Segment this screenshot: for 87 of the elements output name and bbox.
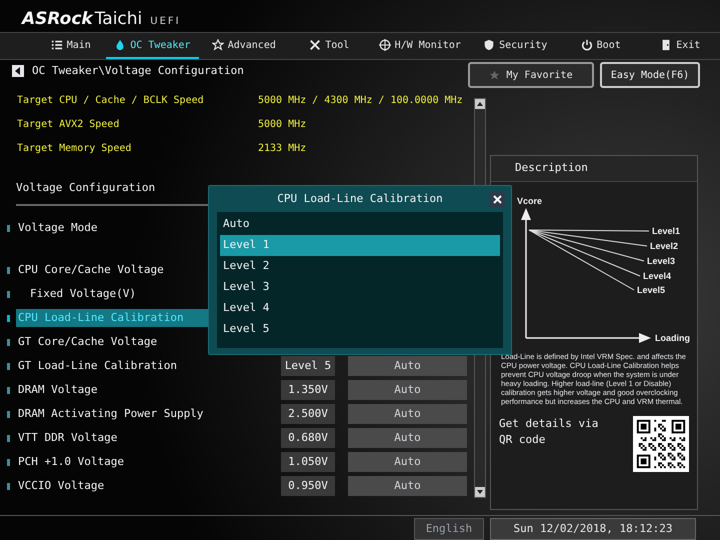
bullet-icon xyxy=(7,314,10,322)
target-label: Target Memory Speed xyxy=(17,142,132,156)
x-axis-label: Loading xyxy=(655,333,690,343)
crosshair-icon xyxy=(378,39,391,51)
scroll-down-icon[interactable] xyxy=(475,487,485,497)
description-title: Description xyxy=(515,160,588,176)
bullet-icon xyxy=(7,434,10,442)
line-label: Level3 xyxy=(647,256,676,266)
popup-option[interactable]: Level 5 xyxy=(220,319,500,340)
scroll-up-icon[interactable] xyxy=(475,99,485,109)
setting-label[interactable]: CPU Load-Line Calibration xyxy=(16,309,211,327)
setting-value: 2.500V xyxy=(281,404,335,424)
setting-value: 1.050V xyxy=(281,452,335,472)
setting-label[interactable]: CPU Core/Cache Voltage xyxy=(16,261,211,279)
qr-caption: Get details via QR code xyxy=(499,416,600,448)
breadcrumb: OC Tweaker\Voltage Configuration xyxy=(32,62,244,79)
nav-tab[interactable]: Boot xyxy=(560,33,640,59)
setting-label[interactable]: DRAM Voltage xyxy=(16,381,211,399)
option-dropdown[interactable]: Auto xyxy=(348,452,467,472)
line-label: Level1 xyxy=(652,226,680,236)
setting-label[interactable]: VTT DDR Voltage xyxy=(16,429,211,447)
setting-label[interactable]: DRAM Activating Power Supply xyxy=(16,405,211,423)
nav-tab[interactable]: Main xyxy=(36,33,106,59)
popup-option[interactable]: Level 3 xyxy=(220,277,500,298)
nav-tab[interactable]: OC Tweaker xyxy=(106,33,200,59)
bullet-icon xyxy=(7,410,10,418)
bullet-icon xyxy=(7,362,10,370)
setting-value: 0.680V xyxy=(281,428,335,448)
line-label: Level2 xyxy=(650,241,678,251)
close-icon xyxy=(492,194,502,204)
nav-tab[interactable]: H/W Monitor xyxy=(370,33,470,59)
setting-label[interactable]: PCH +1.0 Voltage xyxy=(16,453,211,471)
door-icon xyxy=(660,39,672,51)
option-dropdown[interactable]: Auto xyxy=(348,380,467,400)
popup-option[interactable]: Auto xyxy=(220,214,500,235)
firmware-label: UEFI xyxy=(150,17,181,27)
nav-tab[interactable]: Exit xyxy=(640,33,720,59)
target-value: 5000 MHz xyxy=(258,118,306,132)
setting-value: 0.950V xyxy=(281,476,335,496)
target-value: 5000 MHz / 4300 MHz / 100.0000 MHz xyxy=(258,94,463,108)
option-dropdown[interactable]: Auto xyxy=(348,428,467,448)
bullet-icon xyxy=(7,290,10,298)
easy-mode-button[interactable]: Easy Mode(F6) xyxy=(600,62,700,88)
star-icon xyxy=(489,70,500,80)
power-icon xyxy=(580,39,593,51)
back-arrow-icon xyxy=(15,67,21,75)
option-dropdown[interactable]: Auto xyxy=(348,404,467,424)
tools-icon xyxy=(309,39,322,51)
line-label: Level5 xyxy=(637,285,666,295)
popup-option[interactable]: Level 2 xyxy=(220,256,500,277)
list-icon xyxy=(50,39,63,51)
setting-value: 1.350V xyxy=(281,380,335,400)
date-time: Sun 12/02/2018, 18:12:23 xyxy=(490,518,696,540)
close-button[interactable] xyxy=(489,191,505,207)
bullet-icon xyxy=(7,338,10,346)
setting-label[interactable]: GT Load-Line Calibration xyxy=(16,357,211,375)
nav-tab[interactable]: Advanced xyxy=(199,33,289,59)
setting-label[interactable]: Fixed Voltage(V) xyxy=(16,285,211,303)
bullet-icon xyxy=(7,386,10,394)
setting-label[interactable]: VCCIO Voltage xyxy=(16,477,211,495)
back-button[interactable] xyxy=(12,65,24,77)
star-icon xyxy=(212,39,224,51)
nav-tab[interactable]: Tool xyxy=(288,33,370,59)
shield-icon xyxy=(483,39,496,51)
bullet-icon xyxy=(7,266,10,274)
setting-label[interactable]: Voltage Mode xyxy=(16,219,211,237)
target-label: Target AVX2 Speed xyxy=(17,118,120,132)
my-favorite-button[interactable]: My Favorite xyxy=(468,62,594,88)
bullet-icon xyxy=(7,224,10,232)
option-dropdown[interactable]: Auto xyxy=(348,476,467,496)
qr-code xyxy=(633,416,689,472)
line-label: Level4 xyxy=(643,271,672,281)
model-name: Taichi xyxy=(94,11,142,28)
nav-tab[interactable]: Security xyxy=(469,33,561,59)
bullet-icon xyxy=(7,458,10,466)
y-axis-label: Vcore xyxy=(517,196,542,206)
section-title: Voltage Configuration xyxy=(16,180,156,196)
bullet-icon xyxy=(7,482,10,490)
target-value: 2133 MHz xyxy=(258,142,306,156)
option-dropdown[interactable]: Auto xyxy=(348,356,467,376)
target-label: Target CPU / Cache / BCLK Speed xyxy=(17,94,205,108)
setting-value: Level 5 xyxy=(281,356,335,376)
popup-option[interactable]: Level 4 xyxy=(220,298,500,319)
setting-label[interactable]: GT Core/Cache Voltage xyxy=(16,333,211,351)
popup-title: CPU Load-Line Calibration xyxy=(277,190,443,207)
language-button[interactable]: English xyxy=(414,518,484,540)
brand-logo: ASRock xyxy=(22,11,93,28)
